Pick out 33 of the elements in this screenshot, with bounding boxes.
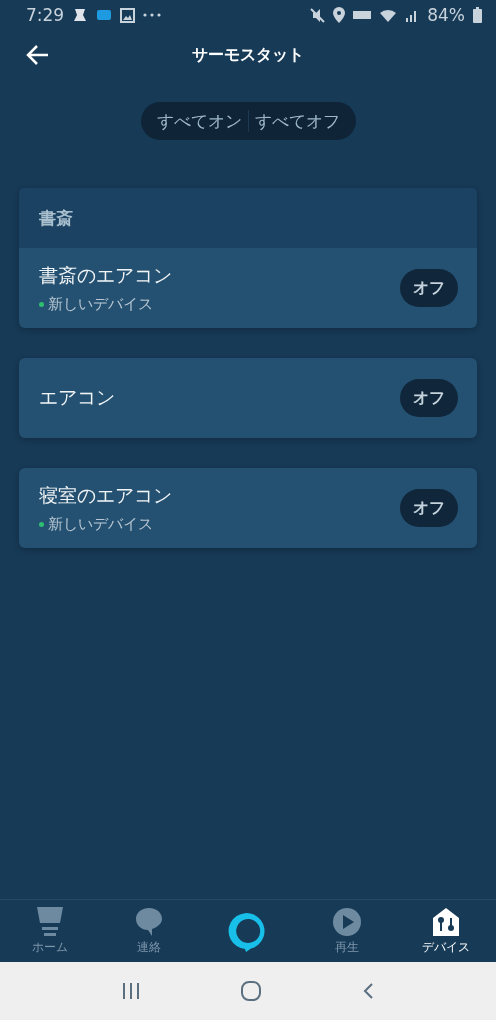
clock: 7:29	[26, 5, 65, 25]
power-button[interactable]: オフ	[400, 269, 458, 307]
speech-bubble-icon	[134, 906, 163, 937]
play-icon	[332, 906, 363, 937]
status-dot	[39, 301, 44, 307]
nav-tab[interactable]: ホーム	[0, 900, 100, 962]
mute-icon	[310, 7, 326, 23]
power-button[interactable]: オフ	[400, 379, 458, 417]
back-chevron-icon[interactable]	[362, 982, 374, 1000]
page-title: サーモスタット	[192, 44, 304, 66]
home-icon	[35, 906, 64, 937]
battery-icon	[473, 7, 482, 23]
status-dot	[39, 521, 44, 527]
wifi-icon	[379, 7, 398, 23]
device-name[interactable]: エアコン	[39, 385, 400, 411]
device-name[interactable]: 寝室のエアコン	[39, 482, 400, 509]
toggle-all-button[interactable]: すべてオフ	[248, 102, 346, 140]
more-icon	[143, 13, 162, 17]
recent-apps-icon[interactable]	[122, 982, 140, 1000]
device-status: 新しいデバイス	[48, 514, 153, 534]
toggle-all-button[interactable]: すべてオン	[150, 102, 248, 140]
image-icon	[120, 7, 136, 23]
smart-home-icon	[431, 906, 462, 937]
power-button[interactable]: オフ	[400, 489, 458, 527]
battery-percentage: 84%	[427, 5, 465, 25]
group-title: 書斎	[39, 206, 73, 230]
nav-tab[interactable]: デバイス	[396, 900, 496, 962]
nav-tab[interactable]: 再生	[297, 900, 397, 962]
device-status: 新しいデバイス	[48, 294, 153, 314]
back-arrow-icon[interactable]	[26, 44, 50, 66]
location-icon	[333, 7, 346, 23]
device-name[interactable]: 書斎のエアコン	[39, 262, 400, 289]
nav-tab[interactable]: 連絡	[99, 900, 199, 962]
